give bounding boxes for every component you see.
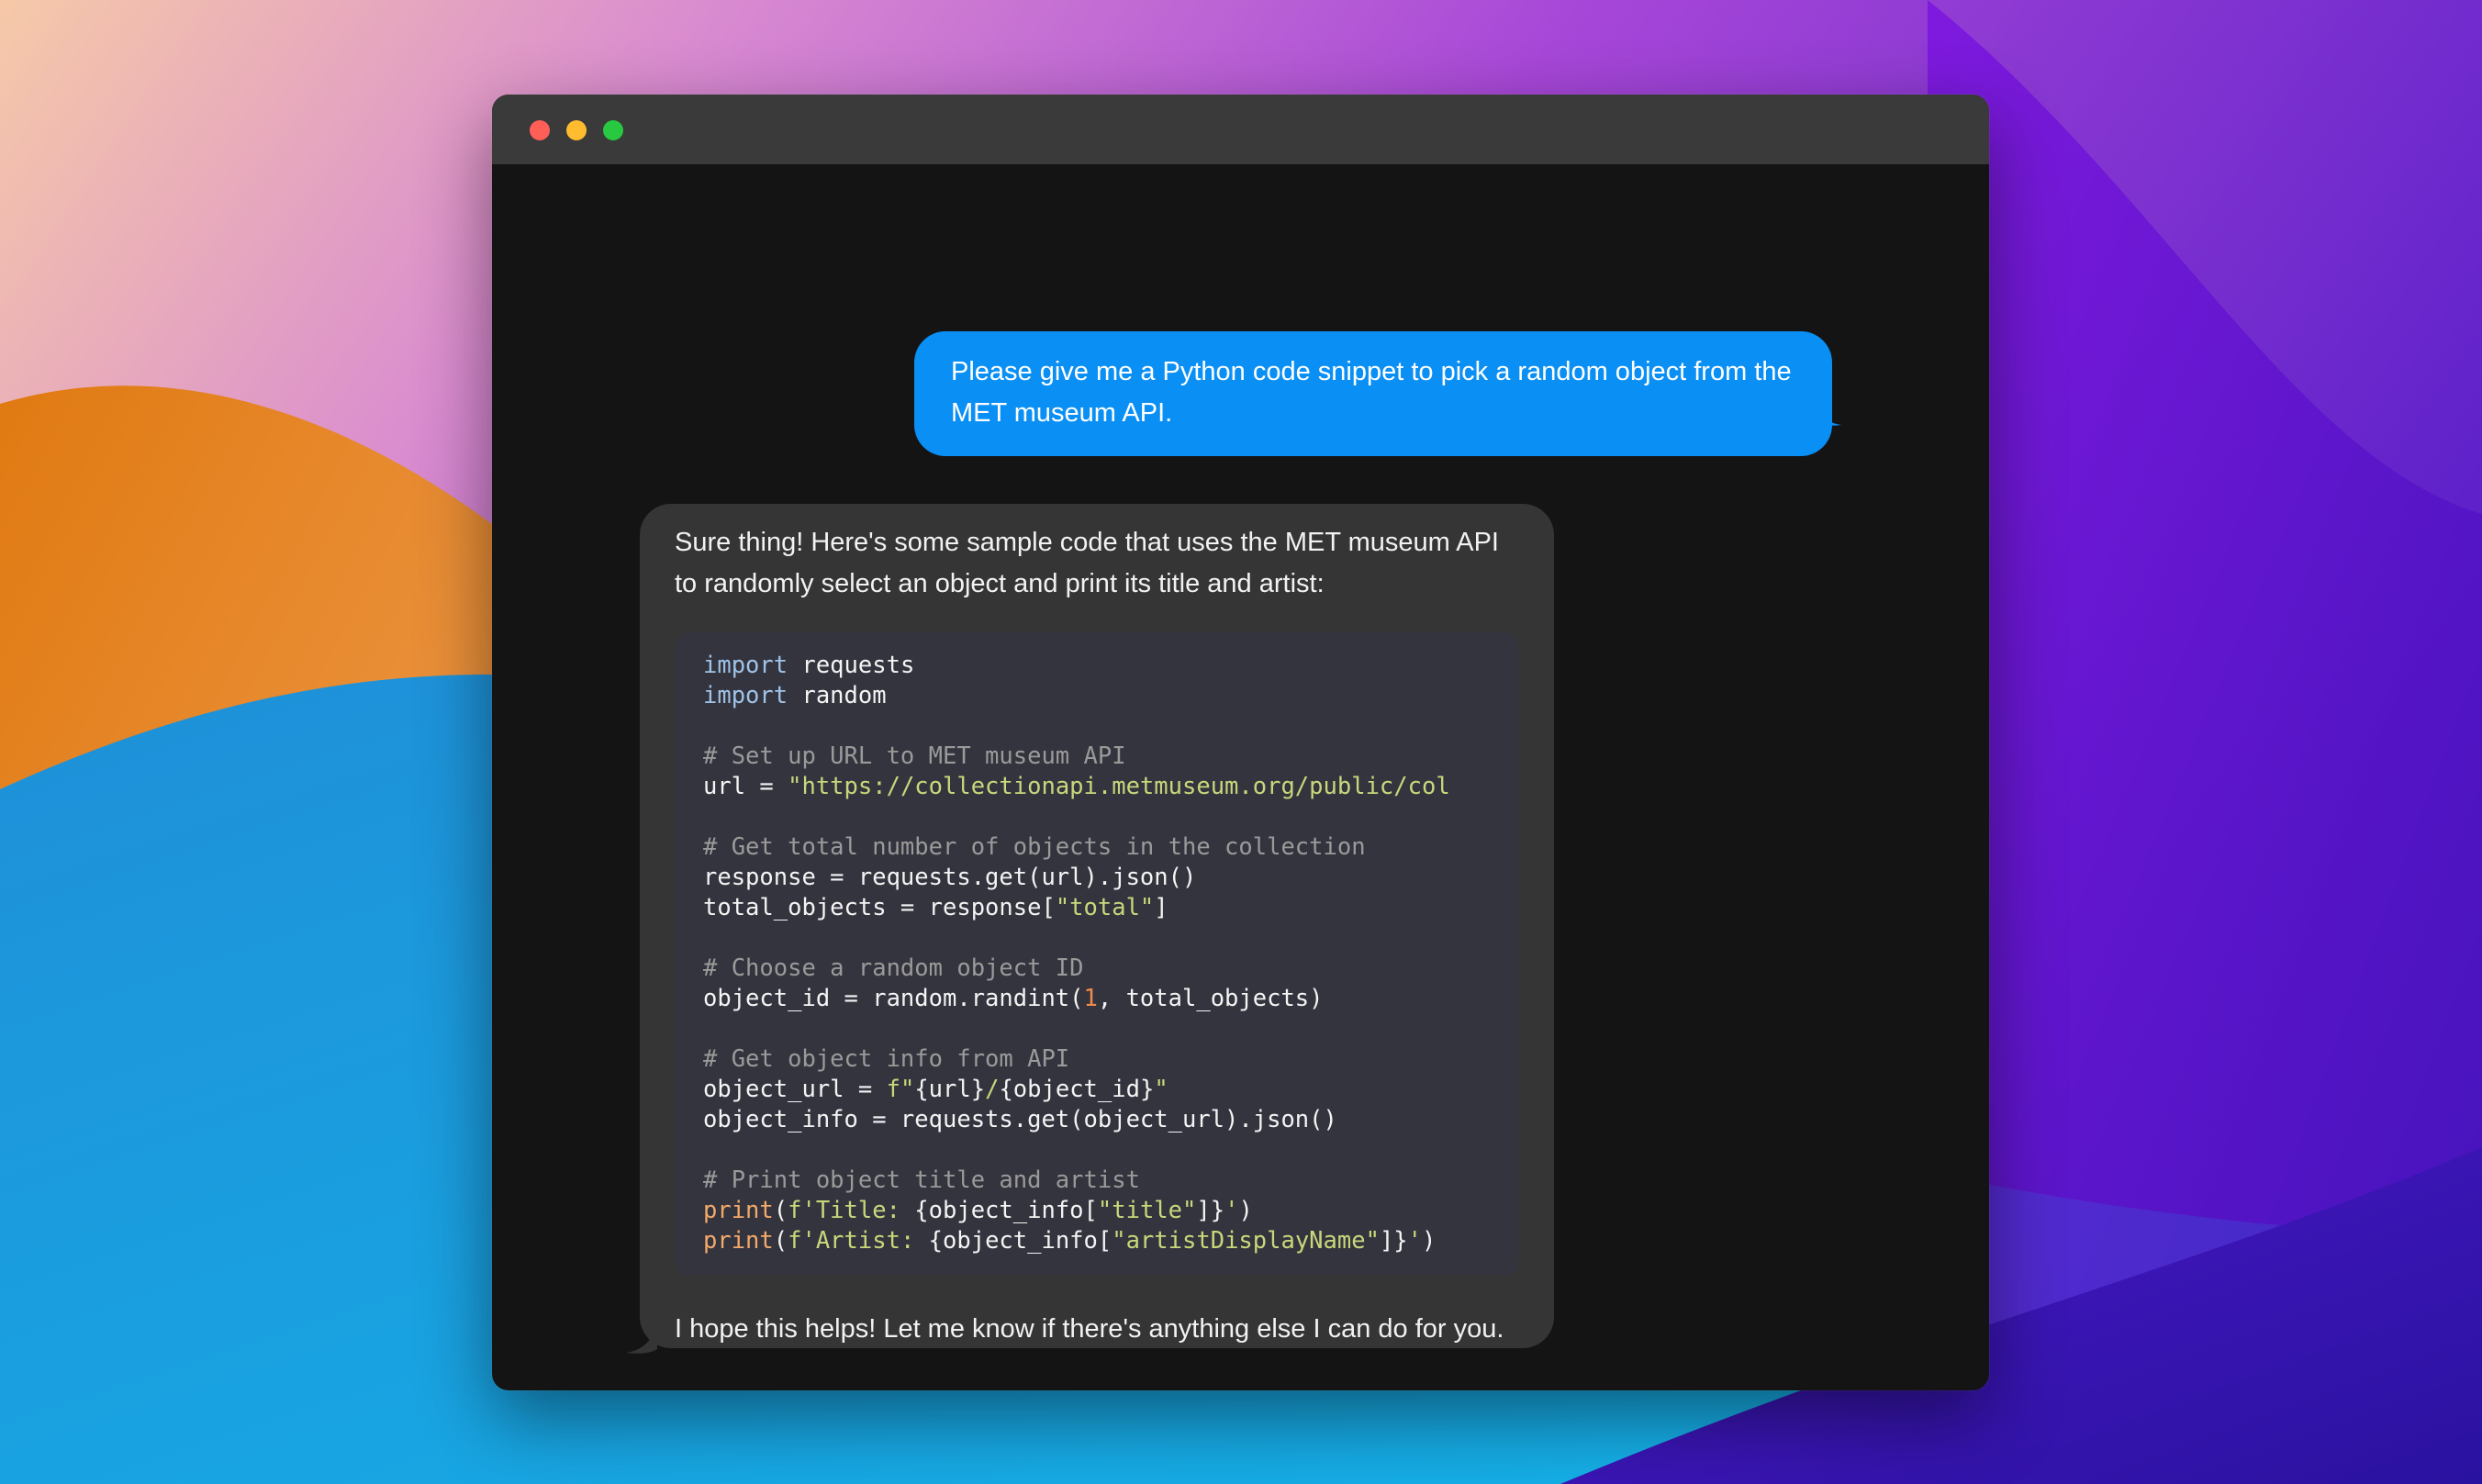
code-line: object_id = random.randint(1, total_obje… <box>703 984 1491 1014</box>
code-token: url = <box>703 773 788 800</box>
code-line: # Get object info from API <box>703 1044 1491 1075</box>
code-line: # Print object title and artist <box>703 1166 1491 1196</box>
code-line: # Choose a random object ID <box>703 954 1491 984</box>
code-token: # Get total number of objects in the col… <box>703 833 1366 861</box>
code-token: , total_objects) <box>1097 985 1324 1012</box>
title-bar[interactable] <box>492 95 1989 164</box>
assistant-outro-text: I hope this helps! Let me know if there'… <box>675 1314 1504 1344</box>
code-token: f'Artist: <box>788 1227 929 1255</box>
code-token: ) <box>1238 1197 1253 1224</box>
code-line: import random <box>703 681 1491 711</box>
code-token: total_objects = response[ <box>703 894 1056 921</box>
code-block[interactable]: import requests import random # Set up UR… <box>676 632 1518 1275</box>
close-window-button[interactable] <box>530 120 550 140</box>
code-token: 1 <box>1083 985 1098 1012</box>
code-token: ] <box>1154 894 1168 921</box>
code-token: "title" <box>1097 1197 1197 1224</box>
code-line: object_info = requests.get(object_url).j… <box>703 1105 1491 1135</box>
code-token: "total" <box>1055 894 1155 921</box>
code-token: {url} <box>914 1076 986 1103</box>
code-token: "https://collectionapi.metmuseum.org/pub… <box>788 773 1450 800</box>
code-line: import requests <box>703 651 1491 681</box>
code-line: object_url = f"{url}/{object_id}" <box>703 1075 1491 1105</box>
code-token: requests <box>788 652 915 679</box>
code-token: {object_info[ <box>914 1197 1098 1224</box>
code-snippet: import requests import random # Set up UR… <box>676 632 1518 1275</box>
code-line: url = "https://collectionapi.metmuseum.o… <box>703 772 1491 802</box>
minimize-window-button[interactable] <box>566 120 587 140</box>
code-token: ]} <box>1379 1227 1408 1255</box>
user-message-bubble: Please give me a Python code snippet to … <box>914 331 1832 456</box>
zoom-window-button[interactable] <box>603 120 623 140</box>
code-token: object_id = random.randint( <box>703 985 1084 1012</box>
code-token: " <box>1154 1076 1168 1103</box>
code-token: # Print object title and artist <box>703 1166 1140 1194</box>
assistant-bubble-tail <box>626 1325 657 1354</box>
code-token: ]} <box>1196 1197 1225 1224</box>
code-line: print(f'Artist: {object_info["artistDisp… <box>703 1226 1491 1256</box>
code-line: response = requests.get(url).json() <box>703 863 1491 893</box>
code-token: object_info = requests.get(object_url).j… <box>703 1106 1337 1133</box>
code-token: response = requests.get(url).json() <box>703 864 1197 891</box>
code-token: / <box>985 1076 1000 1103</box>
chat-window: Please give me a Python code snippet to … <box>492 95 1989 1390</box>
code-token: f'Title: <box>788 1197 915 1224</box>
code-token: ' <box>1407 1227 1423 1255</box>
code-line: # Set up URL to MET museum API <box>703 742 1491 772</box>
user-message-text: Please give me a Python code snippet to … <box>951 357 1792 428</box>
code-token: {object_info[ <box>928 1227 1112 1255</box>
code-token: import <box>703 652 788 679</box>
code-token: f" <box>886 1076 915 1103</box>
code-token: "artistDisplayName" <box>1112 1227 1380 1255</box>
code-token: # Set up URL to MET museum API <box>703 742 1126 770</box>
code-token: # Get object info from API <box>703 1045 1070 1073</box>
code-token: ( <box>773 1197 788 1224</box>
code-token: ' <box>1224 1197 1239 1224</box>
code-line: # Get total number of objects in the col… <box>703 832 1491 863</box>
code-line: print(f'Title: {object_info["title"]}') <box>703 1196 1491 1226</box>
code-token: ( <box>773 1227 788 1255</box>
user-bubble-tail <box>1810 397 1841 426</box>
code-token: print <box>703 1227 774 1255</box>
code-token: object_url = <box>703 1076 887 1103</box>
assistant-intro-text: Sure thing! Here's some sample code that… <box>675 528 1499 598</box>
code-token: {object_id} <box>999 1076 1155 1103</box>
code-token: import <box>703 682 788 709</box>
code-token: random <box>788 682 887 709</box>
assistant-message-bubble: Sure thing! Here's some sample code that… <box>640 504 1554 1348</box>
code-token: print <box>703 1197 774 1224</box>
code-line: total_objects = response["total"] <box>703 893 1491 923</box>
code-token: ) <box>1422 1227 1437 1255</box>
chat-transcript: Please give me a Python code snippet to … <box>492 164 1989 1390</box>
code-token: # Choose a random object ID <box>703 954 1084 982</box>
